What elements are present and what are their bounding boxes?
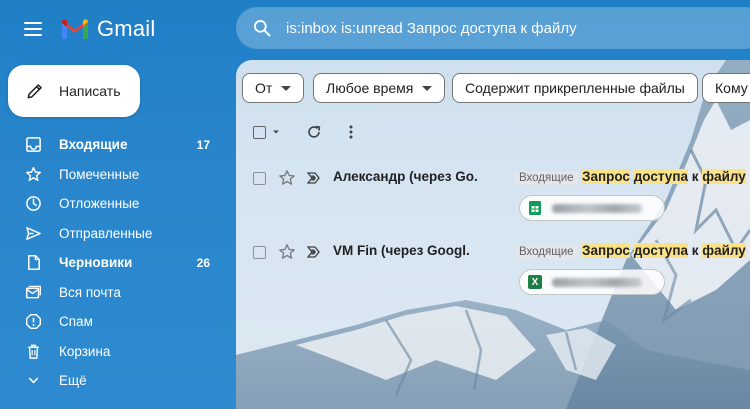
sidebar-item-label: Ещё: [59, 373, 87, 389]
chip-label: Содержит прикрепленные файлы: [465, 80, 685, 96]
sidebar-item-label: Корзина: [59, 343, 111, 359]
star-icon[interactable]: [278, 169, 296, 187]
email-subject: Запрос доступа к файлу ": [582, 169, 750, 184]
main-menu-button[interactable]: [18, 18, 48, 40]
draft-icon: [28, 255, 40, 271]
unread-count: 17: [196, 137, 210, 152]
refresh-button[interactable]: [305, 120, 323, 144]
all-mail-icon: [25, 285, 41, 299]
refresh-icon: [308, 125, 321, 138]
email-checkbox[interactable]: [253, 246, 266, 259]
sidebar-nav: Входящие 17 Помеченные Отложенные Отправ…: [0, 130, 226, 396]
sidebar-item-label: Отправленные: [59, 225, 153, 241]
chevron-down-icon: [281, 85, 292, 91]
mail-list-panel: От Любое время Содержит прикрепленные фа…: [236, 60, 750, 409]
sidebar-item-label: Спам: [59, 314, 93, 330]
compose-button[interactable]: Написать: [8, 65, 140, 117]
sidebar-item-trash[interactable]: Корзина: [0, 337, 226, 367]
app-name: Gmail: [97, 16, 156, 41]
attachment-filename-blurred: [552, 203, 642, 213]
sidebar-item-sent[interactable]: Отправленные: [0, 219, 226, 249]
sidebar-item-more[interactable]: Ещё: [0, 366, 226, 396]
more-options-button[interactable]: [342, 120, 360, 144]
filter-to-chip[interactable]: Кому: [702, 73, 750, 103]
sidebar-item-label: Вся почта: [59, 284, 121, 300]
more-vert-icon: [349, 125, 353, 139]
chip-label: Любое время: [326, 80, 414, 96]
search-input[interactable]: is:inbox is:unread Запрос доступа к файл…: [286, 20, 577, 37]
search-icon[interactable]: [252, 18, 272, 38]
trash-icon: [28, 344, 39, 359]
attachment-chip[interactable]: X: [519, 269, 665, 295]
drafts-count: 26: [196, 255, 210, 270]
chevron-down-icon: [422, 85, 433, 91]
filter-has-attachment-chip[interactable]: Содержит прикрепленные файлы: [452, 73, 698, 103]
gmail-logo[interactable]: Gmail: [60, 16, 155, 42]
inbox-icon: [26, 137, 41, 153]
importance-marker-icon[interactable]: [307, 172, 321, 184]
chip-label: Кому: [715, 80, 748, 96]
sidebar-item-label: Входящие: [59, 137, 128, 153]
email-row[interactable]: VM Fin (через Googl. Входящие Запрос дос…: [236, 239, 750, 313]
chevron-down-icon: [28, 378, 39, 384]
attachment-filename-blurred: [552, 277, 642, 287]
email-checkbox[interactable]: [253, 172, 266, 185]
sidebar-item-drafts[interactable]: Черновики 26: [0, 248, 226, 278]
sidebar-item-label: Отложенные: [59, 196, 140, 212]
email-subject: Запрос доступа к файлу ": [582, 243, 750, 258]
select-all-checkbox[interactable]: [253, 120, 281, 144]
send-icon: [26, 226, 41, 240]
sidebar-item-snoozed[interactable]: Отложенные: [0, 189, 226, 219]
star-icon: [25, 166, 42, 181]
gmail-m-icon: [62, 18, 88, 39]
sidebar-item-spam[interactable]: Спам: [0, 307, 226, 337]
compose-label: Написать: [59, 83, 121, 99]
star-icon[interactable]: [278, 243, 296, 261]
sidebar-item-label: Помеченные: [59, 166, 140, 182]
email-sender: VM Fin (через Googl.: [333, 243, 470, 258]
excel-icon: X: [528, 275, 542, 289]
checkbox[interactable]: [253, 125, 266, 139]
clock-icon: [26, 196, 41, 212]
pencil-icon: [27, 84, 42, 99]
sidebar-item-all-mail[interactable]: Вся почта: [0, 278, 226, 308]
inbox-label-tag: Входящие: [515, 245, 578, 259]
google-sheets-icon: [529, 201, 541, 215]
spam-icon: [25, 314, 42, 330]
filter-from-chip[interactable]: От: [242, 73, 305, 103]
chip-label: От: [255, 80, 273, 96]
inbox-label-tag: Входящие: [515, 171, 578, 185]
importance-marker-icon[interactable]: [307, 246, 321, 258]
search-bar[interactable]: is:inbox is:unread Запрос доступа к файл…: [236, 7, 750, 49]
chevron-down-icon[interactable]: [271, 127, 281, 137]
filter-any-time-chip[interactable]: Любое время: [313, 73, 446, 103]
email-sender: Александр (через Go.: [333, 169, 478, 184]
sidebar-item-label: Черновики: [59, 255, 133, 271]
sidebar-item-inbox[interactable]: Входящие 17: [0, 130, 226, 160]
sidebar-item-starred[interactable]: Помеченные: [0, 160, 226, 190]
attachment-chip[interactable]: [519, 195, 665, 221]
email-row[interactable]: Александр (через Go. Входящие Запрос дос…: [236, 165, 750, 239]
